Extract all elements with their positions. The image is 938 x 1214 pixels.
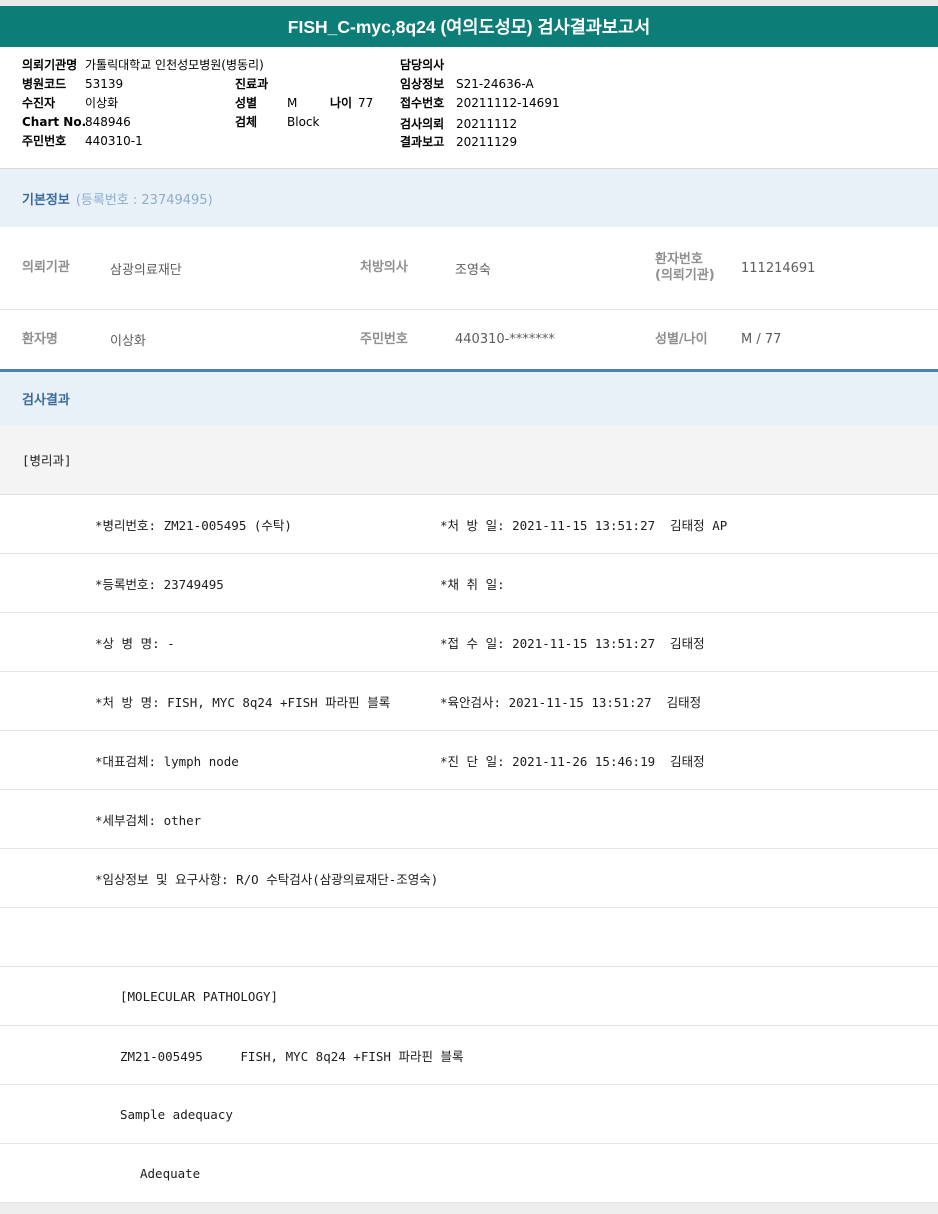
chart-no-label: Chart No. [22,115,87,129]
patient-no-label: 환자번호 (의뢰기관) [655,252,741,284]
basic-info-subtitle: (등록번호 : 23749495) [75,192,213,208]
prescription-date: *처 방 일: 2021-11-15 13:51:27 김태정 AP [440,517,728,533]
patient-header: 의뢰기관명 가톨릭대학교 인천성모병원(병동리) 병원코드 53139 수진자 … [0,55,938,168]
patient-no-label-line2: (의뢰기관) [655,268,715,283]
result-row-test-name: ZM21-005495 FISH, MYC 8q24 +FISH 파라핀 블록 [0,1026,938,1085]
diagnosis-name: *상 병 명: - [95,635,175,651]
age-value: 77 [358,96,374,110]
basic-info-row-2: 환자명 이상화 주민번호 440310-******* 성별/나이 M / 77 [0,310,938,369]
referral-org-value: 삼광의료재단 [110,262,182,278]
reported-date-value: 20211129 [456,135,518,149]
test-id-and-name: ZM21-005495 FISH, MYC 8q24 +FISH 파라핀 블록 [120,1048,464,1064]
specimen-value: Block [287,115,320,129]
clinical-info-label: 임상정보 [400,77,445,91]
basic-info-title: 기본정보 [22,192,70,208]
result-row-diagnosis-name: *상 병 명: - *접 수 일: 2021-11-15 13:51:27 김태… [0,613,938,672]
examinee-label: 수진자 [22,96,56,110]
gross-exam-date: *육안검사: 2021-11-15 13:51:27 김태정 [440,694,702,710]
patient-name-value: 이상화 [110,334,146,349]
resident-reg-no-value: 440310-******* [455,332,555,347]
org-label: 의뢰기관명 [22,58,78,72]
diagnosis-date: *진 단 일: 2021-11-26 15:46:19 김태정 [440,753,705,769]
order-name: *처 방 명: FISH, MYC 8q24 +FISH 파라핀 블록 [95,694,391,710]
sample-adequacy-label: Sample adequacy [120,1106,233,1122]
report-title: FISH_C-myc,8q24 (여의도성모) 검사결과보고서 [287,17,651,37]
adequacy-value: Adequate [140,1165,201,1181]
referral-org-label: 의뢰기관 [22,260,70,275]
examinee-value: 이상화 [85,96,119,110]
clinical-request: *임상정보 및 요구사항: R/O 수탁검사(삼광의료재단-조영숙) [95,871,439,887]
patient-no-value: 111214691 [741,260,816,276]
doctor-label: 담당의사 [400,58,445,72]
reported-date-label: 결과보고 [400,135,445,149]
patient-name-label: 환자명 [22,331,58,347]
sex-age-value: M / 77 [741,332,782,347]
results-title: 검사결과 [22,393,70,408]
resident-reg-no-label: 주민번호 [360,331,408,347]
request-date-label: 검사의뢰 [400,117,445,131]
report-title-bar: FISH_C-myc,8q24 (여의도성모) 검사결과보고서 [0,6,938,47]
pathology-no: *병리번호: ZM21-005495 (수탁) [95,517,292,533]
molecular-pathology-heading: [MOLECULAR PATHOLOGY] [120,988,279,1004]
bottom-strip [0,1203,938,1214]
result-row-registration-no: *등록번호: 23749495 *채 취 일: [0,554,938,613]
hospital-code-label: 병원코드 [22,77,67,91]
sex-age-label: 성별/나이 [655,331,708,347]
accession-value: 20211112-14691 [456,96,560,110]
department-row: [병리과] [0,425,938,495]
hospital-code-value: 53139 [85,77,124,91]
prescribing-doctor-value: 조영숙 [455,262,491,278]
chart-no-value: 848946 [85,115,131,129]
result-row-main-specimen: *대표검체: lymph node *진 단 일: 2021-11-26 15:… [0,731,938,790]
basic-info-section-header: 기본정보 (등록번호 : 23749495) [0,168,938,227]
resident-no-value: 440310-1 [85,134,143,148]
registration-no: *등록번호: 23749495 [95,576,224,592]
result-row-adequate: Adequate [0,1144,938,1203]
basic-info-row-1: 의뢰기관 삼광의료재단 처방의사 조영숙 환자번호 (의뢰기관) 1112146… [0,227,938,310]
results-section-header: 검사결과 [0,372,938,425]
org-value: 가톨릭대학교 인천성모병원(병동리) [85,58,264,72]
receipt-date: *접 수 일: 2021-11-15 13:51:27 김태정 [440,635,705,651]
result-row-sample-adequacy: Sample adequacy [0,1085,938,1144]
accession-label: 접수번호 [400,96,445,110]
request-date-value: 20211112 [456,117,518,131]
result-row-pathology-no: *병리번호: ZM21-005495 (수탁) *처 방 일: 2021-11-… [0,495,938,554]
clinical-info-value: S21-24636-A [456,77,534,91]
main-specimen: *대표검체: lymph node [95,753,239,769]
result-row-empty [0,908,938,967]
result-row-clinical-request: *임상정보 및 요구사항: R/O 수탁검사(삼광의료재단-조영숙) [0,849,938,908]
result-row-molecular-pathology: [MOLECULAR PATHOLOGY] [0,967,938,1026]
sex-value: M [287,96,298,110]
sex-label: 성별 [235,96,258,110]
age-label: 나이 [330,96,353,110]
result-row-sub-specimen: *세부검체: other [0,790,938,849]
prescribing-doctor-label: 처방의사 [360,260,408,275]
specimen-label: 검체 [235,115,258,129]
resident-no-label: 주민번호 [22,134,67,148]
sub-specimen: *세부검체: other [95,812,202,828]
report-page: FISH_C-myc,8q24 (여의도성모) 검사결과보고서 의뢰기관명 가톨… [0,0,938,1214]
collection-date: *채 취 일: [440,576,505,592]
patient-no-label-line1: 환자번호 [655,252,703,267]
result-row-order-name: *처 방 명: FISH, MYC 8q24 +FISH 파라핀 블록 *육안검… [0,672,938,731]
dept-label: 진료과 [235,77,269,91]
department-label: [병리과] [22,453,72,468]
